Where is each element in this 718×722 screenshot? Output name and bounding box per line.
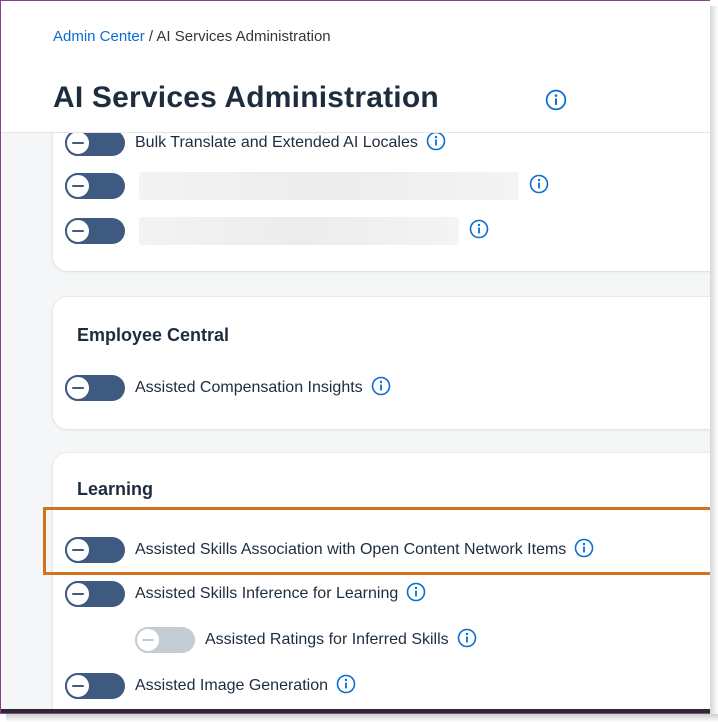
toggle-compensation-insights[interactable]	[65, 375, 125, 401]
info-icon[interactable]	[371, 376, 391, 401]
ai-services-card-general: Bulk Translate and Extended AI Locales	[53, 111, 710, 271]
toggle-bulk-translate[interactable]	[65, 130, 125, 156]
section-title-learning: Learning	[77, 479, 154, 499]
toggle-knob	[65, 581, 91, 607]
toggle-knob	[65, 173, 91, 199]
setting-row-skills-inference: Assisted Skills Inference for Learning	[65, 579, 426, 609]
breadcrumb-link-admin-center[interactable]: Admin Center	[53, 28, 145, 45]
breadcrumb-separator: /	[144, 28, 157, 45]
info-icon[interactable]	[426, 131, 446, 156]
info-icon[interactable]	[469, 219, 489, 244]
page-title: AI Services Administration	[53, 81, 439, 114]
page-info-icon[interactable]	[545, 89, 567, 116]
setting-label-ratings-inferred-skills: Assisted Ratings for Inferred Skills	[205, 631, 449, 648]
ai-services-card-learning: Learning Assisted Skills Association wit…	[53, 453, 710, 713]
page-header: Admin Center / AI Services Administratio…	[1, 1, 710, 133]
highlight-annotation-box	[43, 507, 710, 575]
redacted-label	[139, 217, 459, 245]
ai-services-card-employee-central: Employee Central Assisted Compensation I…	[53, 297, 710, 429]
setting-label-skills-inference: Assisted Skills Inference for Learning	[135, 585, 399, 602]
toggle-knob	[65, 130, 91, 156]
toggle-knob	[65, 375, 91, 401]
setting-row-compensation-insights: Assisted Compensation Insights	[65, 373, 391, 403]
setting-label-compensation-insights: Assisted Compensation Insights	[135, 379, 363, 396]
info-icon[interactable]	[336, 674, 356, 699]
setting-row-ratings-inferred-skills: Assisted Ratings for Inferred Skills	[135, 625, 477, 655]
setting-label-bulk-translate: Bulk Translate and Extended AI Locales	[135, 134, 418, 151]
toggle-knob	[65, 218, 91, 244]
toggle-skills-inference[interactable]	[65, 581, 125, 607]
section-title-employee-central: Employee Central	[77, 325, 230, 345]
toggle-image-generation[interactable]	[65, 673, 125, 699]
setting-row-redacted-2	[65, 216, 489, 246]
breadcrumb: Admin Center / AI Services Administratio…	[53, 28, 331, 45]
toggle-redacted-1[interactable]	[65, 173, 125, 199]
setting-row-redacted-1	[65, 171, 549, 201]
frame-shadow-right	[710, 6, 718, 722]
toggle-redacted-2[interactable]	[65, 218, 125, 244]
toggle-ratings-inferred-skills[interactable]	[135, 627, 195, 653]
setting-label-image-generation: Assisted Image Generation	[135, 677, 328, 694]
breadcrumb-current: AI Services Administration	[156, 28, 331, 45]
info-icon[interactable]	[406, 582, 426, 607]
info-icon[interactable]	[529, 174, 549, 199]
toggle-knob	[135, 627, 161, 653]
setting-row-image-generation: Assisted Image Generation	[65, 671, 356, 701]
redacted-label	[139, 172, 519, 200]
frame-shadow-bottom	[6, 714, 718, 722]
toggle-knob	[65, 673, 91, 699]
info-icon[interactable]	[457, 628, 477, 653]
app-window: Bulk Translate and Extended AI Locales E…	[0, 0, 710, 714]
